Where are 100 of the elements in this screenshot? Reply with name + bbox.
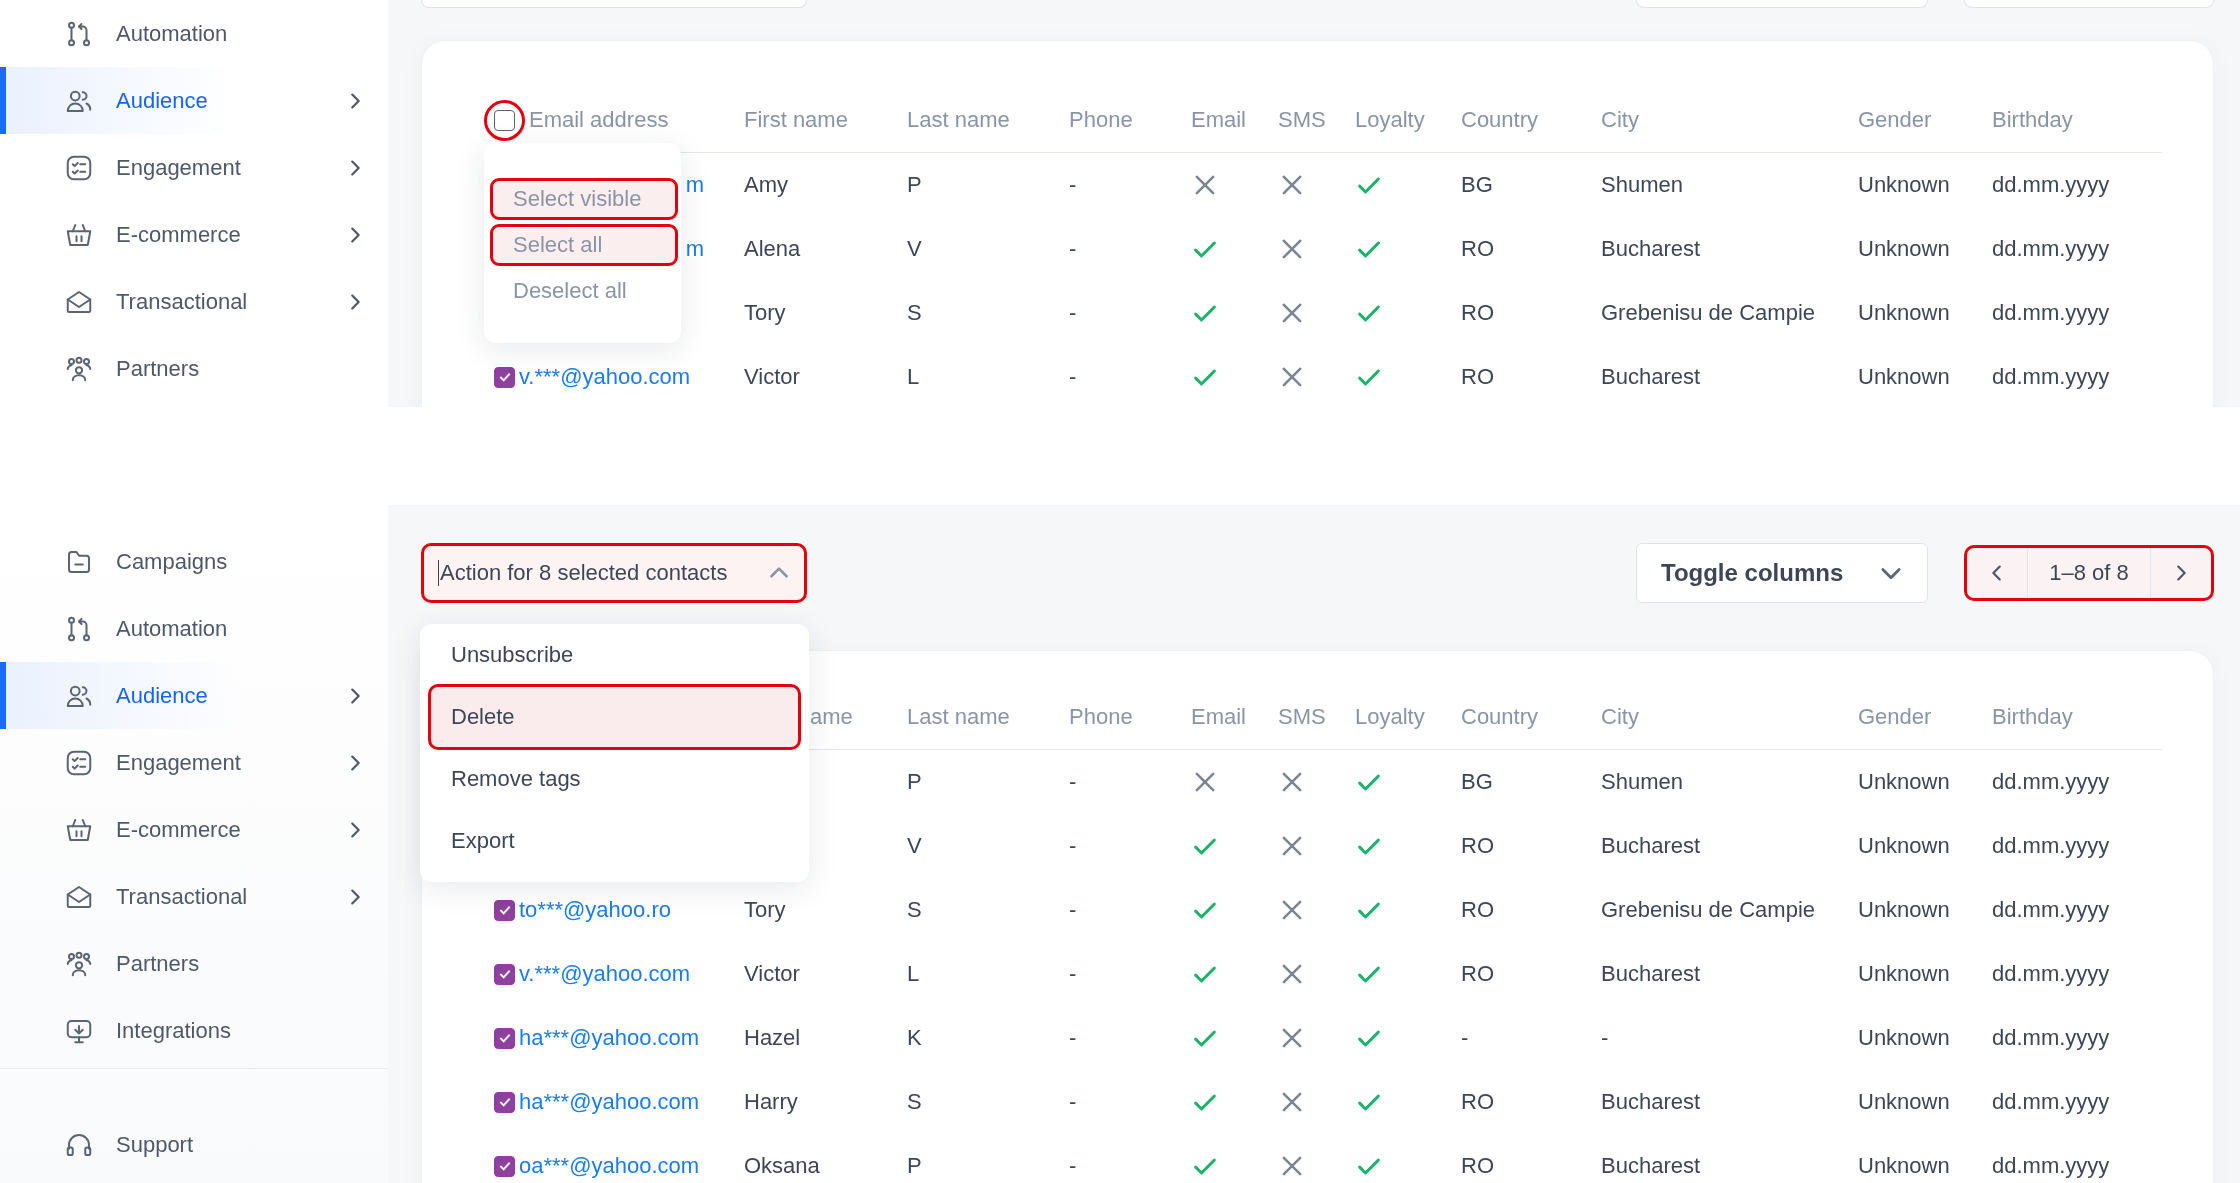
table-cell: Unknown: [1858, 364, 1950, 390]
table-cell: S: [907, 897, 922, 923]
column-header: SMS: [1278, 704, 1326, 730]
table-cell: RO: [1461, 1153, 1494, 1179]
column-header: City: [1601, 107, 1639, 133]
email-link[interactable]: m: [685, 172, 744, 198]
table-cell: Grebenisu de Campie: [1601, 897, 1815, 923]
table-cell: L: [907, 961, 920, 987]
checkbox[interactable]: [494, 899, 515, 921]
dropdown-field[interactable]: [1636, 0, 1928, 8]
column-header: Email: [1191, 107, 1246, 133]
checkbox[interactable]: [494, 963, 515, 985]
column-header: ame: [809, 704, 853, 730]
nav-item[interactable]: Partners: [0, 335, 388, 402]
table-cell: Unknown: [1858, 300, 1950, 326]
column-header: City: [1601, 704, 1639, 730]
email-link[interactable]: ha***@yahoo.com: [519, 1089, 700, 1115]
table-cell: Unknown: [1858, 897, 1950, 923]
checkbox[interactable]: [494, 1091, 515, 1113]
table-cell: -: [1069, 897, 1077, 923]
column-header: First name: [744, 107, 848, 133]
column-header: Phone: [1069, 107, 1133, 133]
nav-item[interactable]: Automation: [0, 0, 388, 67]
table-cell: Shumen: [1601, 172, 1683, 198]
nav-item[interactable]: Integrations: [0, 997, 388, 1064]
table-cell: Unknown: [1858, 1089, 1950, 1115]
table-cell: Bucharest: [1601, 1089, 1701, 1115]
email-link[interactable]: v.***@yahoo.com: [519, 961, 691, 987]
email-link[interactable]: v.***@yahoo.com: [519, 364, 691, 390]
table-cell: dd.mm.yyyy: [1992, 1089, 2110, 1115]
column-header: Loyalty: [1355, 704, 1425, 730]
checkbox[interactable]: [494, 1155, 515, 1177]
column-header: Country: [1461, 107, 1539, 133]
select-field[interactable]: [421, 0, 807, 8]
nav-item[interactable]: Support: [0, 1111, 388, 1178]
table-cell: Unknown: [1858, 1153, 1950, 1179]
table-cell: Unknown: [1858, 1025, 1950, 1051]
table-cell: dd.mm.yyyy: [1992, 236, 2110, 262]
table-cell: RO: [1461, 897, 1494, 923]
table-cell: P: [907, 769, 922, 795]
nav-item[interactable]: Engagement: [0, 729, 388, 796]
table-cell: -: [1069, 833, 1077, 859]
table-cell: RO: [1461, 1089, 1494, 1115]
column-header: SMS: [1278, 107, 1326, 133]
table-cell: Tory: [744, 300, 786, 326]
table-cell: L: [907, 364, 920, 390]
menu-item[interactable]: Delete: [430, 686, 799, 748]
nav-item[interactable]: Engagement: [0, 134, 388, 201]
toggle-columns-dropdown[interactable]: Toggle columns: [1636, 543, 1928, 603]
table-cell: Bucharest: [1601, 364, 1701, 390]
nav-item[interactable]: Transactional: [0, 863, 388, 930]
table-cell: -: [1461, 1025, 1469, 1051]
column-header: Gender: [1858, 704, 1932, 730]
nav-item[interactable]: E-commerce: [0, 201, 388, 268]
table-cell: K: [907, 1025, 922, 1051]
menu-item[interactable]: Remove tags: [430, 748, 799, 810]
email-link[interactable]: ha***@yahoo.com: [519, 1025, 700, 1051]
table-cell: -: [1069, 236, 1077, 262]
email-link[interactable]: to***@yahoo.ro: [519, 897, 671, 923]
checkbox[interactable]: [494, 1027, 515, 1049]
action-select[interactable]: Action for 8 selected contacts: [421, 543, 807, 603]
table-cell: Shumen: [1601, 769, 1683, 795]
column-header: Country: [1461, 704, 1539, 730]
table-cell: Alena: [744, 236, 801, 262]
table-cell: Bucharest: [1601, 236, 1701, 262]
table-cell: dd.mm.yyyy: [1992, 300, 2110, 326]
table-cell: V: [907, 236, 922, 262]
column-header: Last name: [907, 107, 1010, 133]
table-cell: dd.mm.yyyy: [1992, 1025, 2110, 1051]
checkbox[interactable]: [494, 109, 515, 131]
table-cell: Grebenisu de Campie: [1601, 300, 1815, 326]
email-link[interactable]: m: [685, 236, 744, 262]
menu-item[interactable]: Export: [430, 810, 799, 872]
table-cell: dd.mm.yyyy: [1992, 769, 2110, 795]
table-cell: -: [1069, 1025, 1077, 1051]
table-cell: Bucharest: [1601, 1153, 1701, 1179]
menu-item[interactable]: Unsubscribe: [430, 624, 799, 686]
column-header: Phone: [1069, 704, 1133, 730]
column-header: Birthday: [1992, 704, 2073, 730]
nav-item[interactable]: Transactional: [0, 268, 388, 335]
table-cell: Unknown: [1858, 236, 1950, 262]
table-cell: Tory: [744, 897, 786, 923]
column-header: Last name: [907, 704, 1010, 730]
table-cell: -: [1069, 1089, 1077, 1115]
column-header: Gender: [1858, 107, 1932, 133]
email-link[interactable]: oa***@yahoo.com: [519, 1153, 700, 1179]
nav-item[interactable]: Partners: [0, 930, 388, 997]
column-header: Birthday: [1992, 107, 2073, 133]
nav-item[interactable]: Campaigns: [0, 528, 388, 595]
table-cell: dd.mm.yyyy: [1992, 897, 2110, 923]
nav-item[interactable]: E-commerce: [0, 796, 388, 863]
table-cell: Hazel: [744, 1025, 801, 1051]
table-cell: -: [1069, 961, 1077, 987]
table-cell: Harry: [744, 1089, 798, 1115]
table-cell: RO: [1461, 364, 1494, 390]
table-cell: BG: [1461, 769, 1493, 795]
table-cell: RO: [1461, 961, 1494, 987]
table-cell: RO: [1461, 300, 1494, 326]
checkbox[interactable]: [494, 366, 515, 388]
nav-item[interactable]: Automation: [0, 595, 388, 662]
